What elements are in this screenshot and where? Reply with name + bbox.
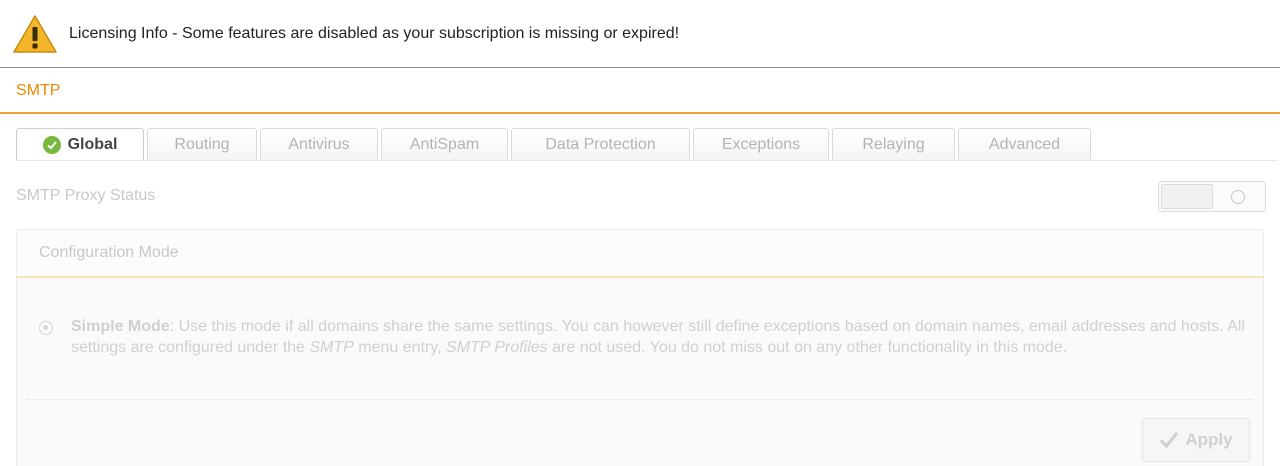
apply-button[interactable]: Apply [1142, 418, 1250, 462]
licensing-message: Licensing Info - Some features are disab… [69, 25, 680, 42]
smtp-profiles-emphasis: SMTP Profiles [446, 339, 548, 356]
configuration-mode-panel: Configuration Mode Simple Mode: Use this… [16, 229, 1264, 466]
simple-mode-description: Simple Mode: Use this mode if all domain… [71, 316, 1251, 358]
tab-label: Data Protection [545, 136, 656, 153]
divider [27, 399, 1253, 400]
tab-label: Routing [174, 136, 230, 153]
tab-bar: Global Routing Antivirus AntiSpam Data P… [16, 128, 1094, 161]
apply-label: Apply [1185, 430, 1233, 449]
tab-label: AntiSpam [409, 136, 480, 153]
section-divider [0, 112, 1280, 114]
licensing-banner: Licensing Info - Some features are disab… [0, 0, 1280, 68]
warning-icon [13, 15, 57, 53]
tab-data-protection[interactable]: Data Protection [511, 128, 690, 161]
tabs-divider [16, 160, 1278, 161]
tab-routing[interactable]: Routing [147, 128, 257, 161]
smtp-proxy-toggle[interactable] [1158, 181, 1266, 212]
smtp-proxy-status-label: SMTP Proxy Status [16, 187, 156, 204]
tab-relaying[interactable]: Relaying [832, 128, 955, 161]
check-icon [1160, 432, 1179, 449]
tab-advanced[interactable]: Advanced [958, 128, 1091, 161]
simple-mode-radio[interactable] [39, 321, 53, 335]
tab-label: Relaying [862, 136, 925, 153]
description-text: menu entry, [353, 339, 447, 356]
section-title: SMTP [16, 82, 61, 99]
smtp-emphasis: SMTP [309, 339, 354, 356]
tab-label: Exceptions [721, 136, 801, 153]
check-circle-icon [42, 136, 61, 154]
tab-antivirus[interactable]: Antivirus [260, 128, 378, 161]
tab-label: Advanced [988, 136, 1061, 153]
tab-label: Global [67, 136, 118, 153]
off-indicator-icon [1231, 190, 1245, 204]
configuration-mode-header: Configuration Mode [17, 230, 1263, 278]
tab-global[interactable]: Global [16, 128, 144, 161]
simple-mode-title: Simple Mode [71, 318, 170, 335]
tab-antispam[interactable]: AntiSpam [381, 128, 508, 161]
description-text: are not used. You do not miss out on any… [547, 339, 1068, 356]
toggle-knob [1161, 184, 1213, 209]
tab-exceptions[interactable]: Exceptions [693, 128, 829, 161]
tab-label: Antivirus [288, 136, 350, 153]
